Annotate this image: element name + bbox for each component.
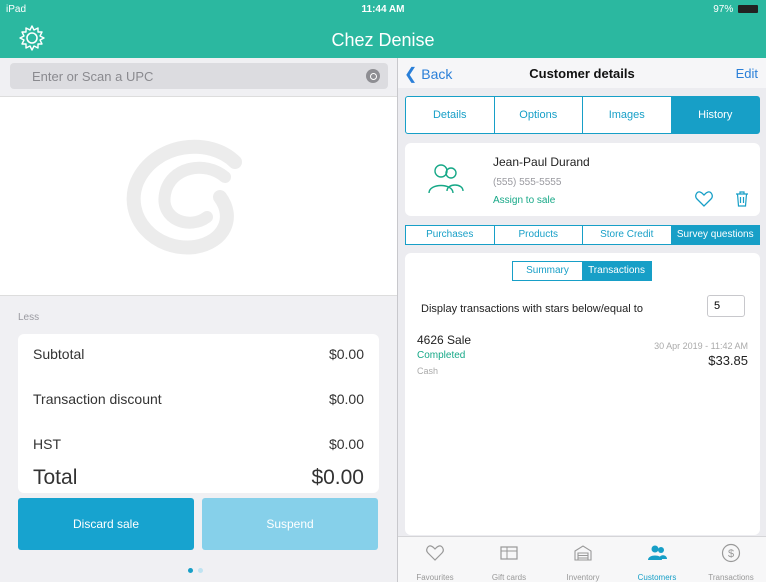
customer-card: Jean-Paul Durand (555) 555-5555 Assign t… (405, 143, 760, 216)
tab-images[interactable]: Images (583, 97, 672, 133)
upc-search-input[interactable] (10, 63, 340, 89)
warehouse-icon (574, 545, 592, 561)
customer-phone: (555) 555-5555 (493, 177, 562, 188)
view-toggle: Summary Transactions (512, 261, 652, 281)
transaction-amount: $33.85 (708, 353, 748, 368)
battery-icon (738, 5, 758, 13)
sale-panel: Less Subtotal $0.00 Transaction discount… (0, 58, 397, 582)
subtotal-row: Subtotal $0.00 (33, 346, 364, 362)
customer-name: Jean-Paul Durand (493, 155, 590, 169)
transaction-date: 30 Apr 2019 - 11:42 AM (654, 341, 748, 351)
tab-transactions[interactable]: $ Transactions (694, 537, 766, 582)
tab-products[interactable]: Products (495, 226, 583, 244)
status-bar: iPad 11:44 AM 97% (0, 0, 766, 18)
nav-bar: ❮ Back Customer details Edit (398, 58, 766, 88)
transaction-discount-row[interactable]: Transaction discount $0.00 (33, 391, 364, 407)
tab-transactions-label: Transactions (708, 573, 754, 582)
star-filter-label: Display transactions with stars below/eq… (421, 303, 643, 315)
tab-options[interactable]: Options (495, 97, 583, 133)
total-row: Total $0.00 (33, 466, 364, 490)
toggle-summary[interactable]: Summary (513, 262, 582, 280)
gift-card-icon (500, 546, 518, 560)
hst-label: HST (33, 436, 61, 452)
suspend-button[interactable]: Suspend (202, 498, 378, 550)
tab-customers[interactable]: Customers (620, 537, 694, 582)
history-subtabs: Purchases Products Store Credit Survey q… (405, 225, 760, 245)
store-title: Chez Denise (331, 30, 435, 50)
clock: 11:44 AM (361, 4, 405, 15)
total-label: Total (33, 466, 78, 489)
transaction-discount-value: $0.00 (328, 391, 364, 407)
hst-value: $0.00 (328, 436, 364, 452)
tab-favourites-label: Favourites (416, 573, 454, 582)
totals-card: Subtotal $0.00 Transaction discount $0.0… (18, 334, 379, 493)
tab-inventory-label: Inventory (566, 573, 600, 582)
transaction-title: 4626 Sale (417, 333, 472, 347)
less-label: Less (18, 312, 40, 323)
toggle-transactions[interactable]: Transactions (582, 262, 651, 280)
page-title: Customer details (529, 66, 635, 81)
hst-row: HST $0.00 (33, 436, 364, 452)
upc-search (10, 63, 388, 89)
dollar-icon: $ (721, 543, 741, 563)
total-value: $0.00 (311, 466, 364, 489)
tab-purchases[interactable]: Purchases (406, 226, 495, 244)
edit-button[interactable]: Edit (736, 66, 758, 81)
customer-tabs: Details Options Images History (405, 96, 760, 134)
cart-area (0, 96, 397, 296)
heart-icon[interactable] (695, 191, 713, 207)
transaction-status: Completed (417, 350, 466, 361)
transaction-method: Cash (417, 366, 439, 376)
bottom-tab-bar: Favourites Gift cards Inventory Customer… (398, 536, 766, 582)
search-icon[interactable] (366, 69, 380, 83)
svg-text:$: $ (728, 548, 734, 560)
page-dot-active (188, 568, 193, 573)
tab-history[interactable]: History (671, 97, 759, 133)
tab-gift-cards-label: Gift cards (491, 573, 527, 582)
battery-indicator: 97% (713, 4, 758, 15)
page-dot (198, 568, 203, 573)
tab-gift-cards[interactable]: Gift cards (472, 537, 546, 582)
tab-customers-label: Customers (637, 573, 677, 582)
swirl-logo-icon (126, 139, 242, 255)
subtotal-value: $0.00 (328, 346, 364, 362)
customer-panel: ❮ Back Customer details Edit Details Opt… (398, 58, 766, 582)
heart-icon (426, 545, 444, 561)
history-card: Summary Transactions Display transaction… (405, 253, 760, 535)
discard-sale-button[interactable]: Discard sale (18, 498, 194, 550)
star-filter-input[interactable] (707, 295, 745, 317)
page-indicator (188, 560, 208, 578)
app-header: iPad 11:44 AM 97% Chez Denise (0, 0, 766, 58)
assign-to-sale-link[interactable]: Assign to sale (493, 195, 555, 206)
customers-icon (428, 164, 464, 194)
tab-favourites[interactable]: Favourites (398, 537, 472, 582)
customers-icon (648, 545, 667, 560)
tab-inventory[interactable]: Inventory (546, 537, 620, 582)
tab-details[interactable]: Details (406, 97, 495, 133)
tab-survey-questions[interactable]: Survey questions (671, 226, 759, 244)
trash-icon[interactable] (735, 191, 749, 207)
transaction-discount-label: Transaction discount (33, 391, 162, 407)
subtotal-label: Subtotal (33, 346, 85, 362)
battery-percent: 97% (713, 4, 734, 15)
tab-store-credit[interactable]: Store Credit (583, 226, 672, 244)
